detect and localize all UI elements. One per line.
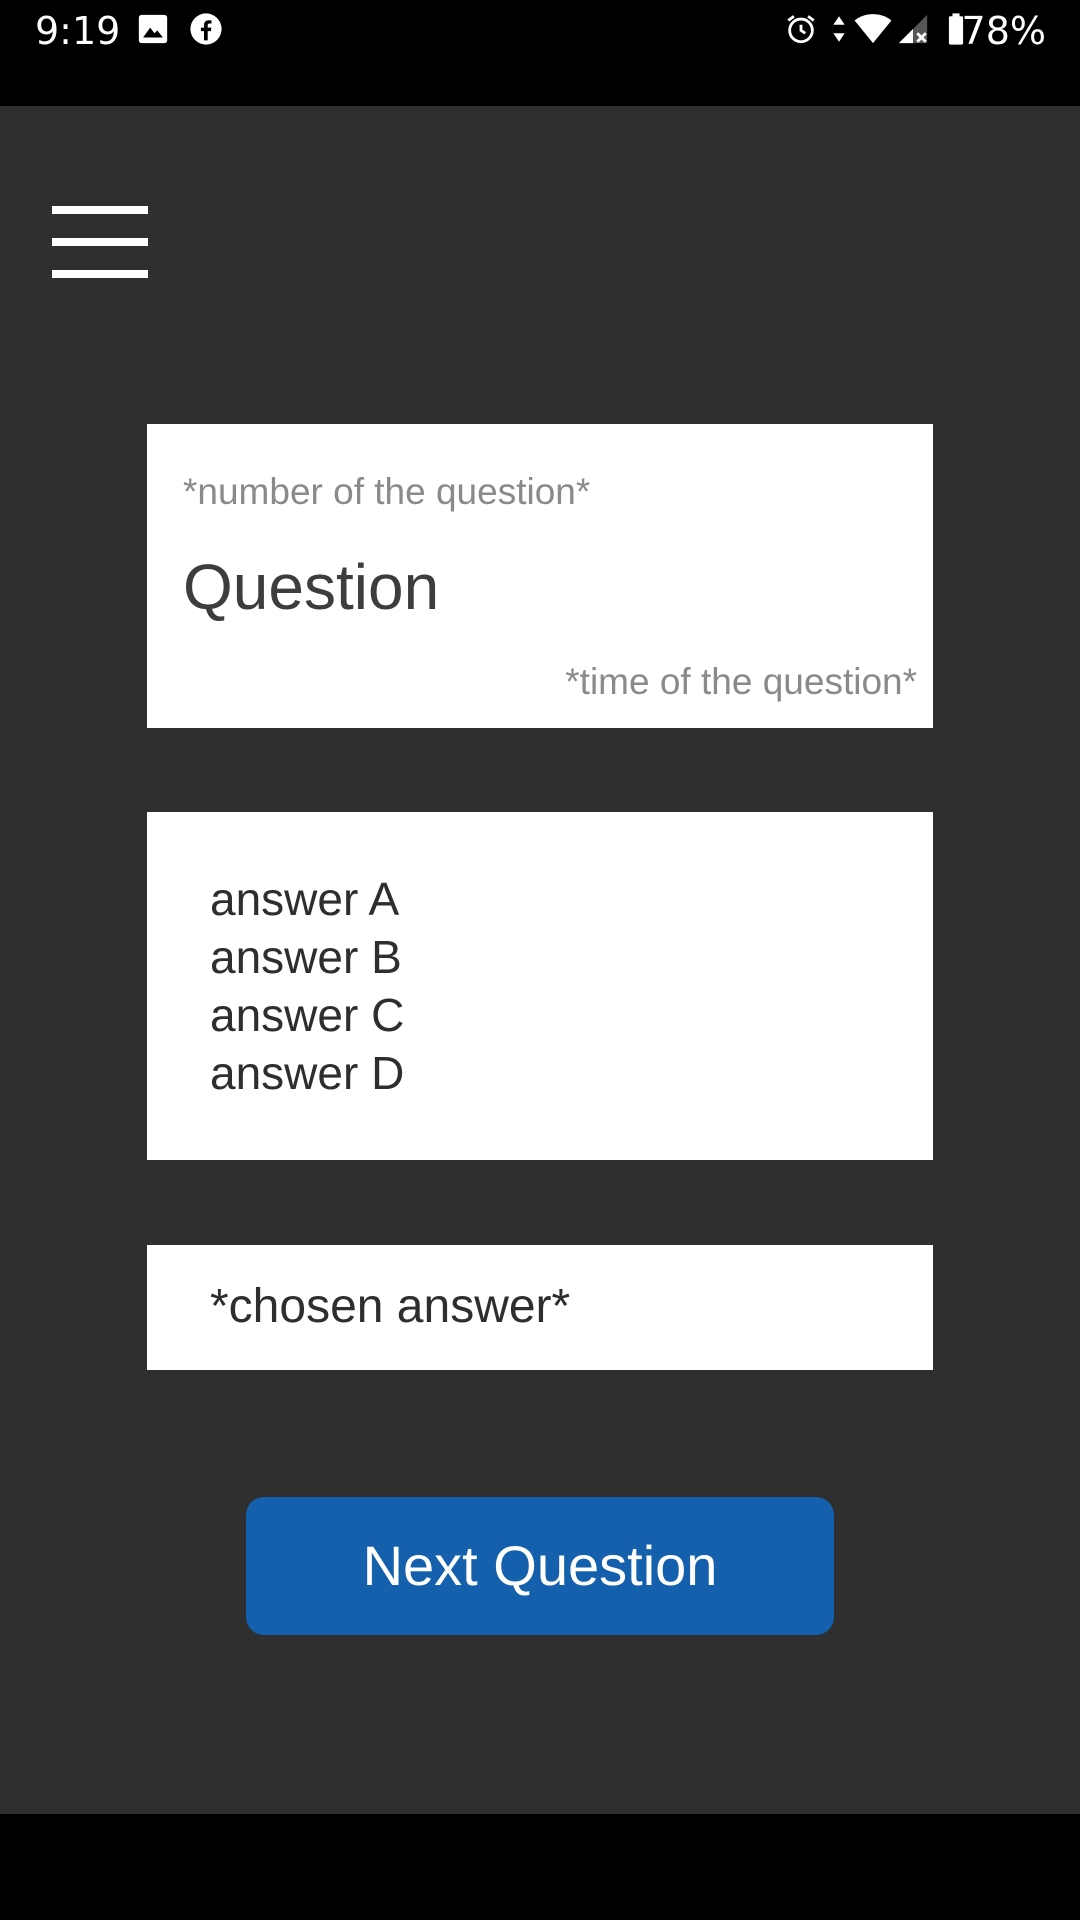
question-number: *number of the question*: [183, 471, 591, 512]
battery-percent: 78%: [961, 9, 1046, 53]
chosen-answer: *chosen answer*: [210, 1280, 571, 1333]
question-time: *time of the question*: [565, 661, 917, 702]
navigation-bar: [0, 1814, 1080, 1920]
question-text: Question: [183, 551, 440, 623]
wifi-icon: [854, 14, 892, 44]
next-question-button[interactable]: Next Question: [246, 1497, 834, 1635]
answer-option-b[interactable]: answer B: [210, 928, 404, 986]
chosen-answer-card: *chosen answer*: [147, 1245, 933, 1370]
signal-icon: [898, 14, 928, 44]
status-bar: 9:19 78%: [0, 0, 1080, 106]
answer-option-a[interactable]: answer A: [210, 870, 404, 928]
image-icon: [138, 14, 168, 44]
answers-card: answer A answer B answer C answer D: [147, 812, 933, 1160]
answer-option-d[interactable]: answer D: [210, 1044, 404, 1102]
hamburger-menu-icon[interactable]: [52, 206, 148, 284]
answer-option-c[interactable]: answer C: [210, 986, 404, 1044]
app-content: *number of the question* Question *time …: [0, 106, 1080, 1814]
answers-list: answer A answer B answer C answer D: [210, 870, 404, 1102]
status-time: 9:19: [35, 9, 121, 53]
alarm-icon: [787, 15, 815, 44]
data-transfer-icon: [833, 16, 845, 42]
question-card: *number of the question* Question *time …: [147, 424, 933, 728]
facebook-icon: [190, 13, 222, 45]
